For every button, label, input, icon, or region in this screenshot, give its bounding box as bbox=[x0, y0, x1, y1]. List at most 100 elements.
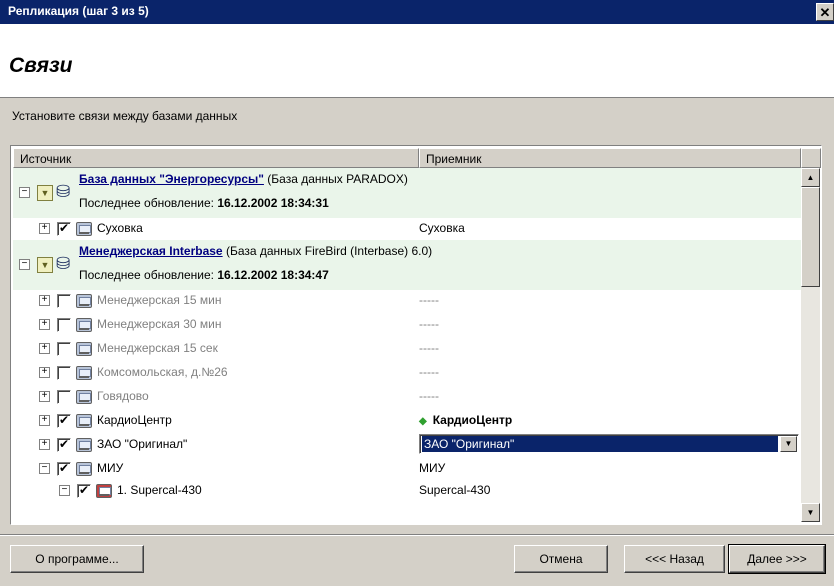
row-target: КардиоЦентр bbox=[432, 413, 513, 427]
row-label: Менеджерская 30 мин bbox=[97, 317, 222, 331]
collapse-icon[interactable]: − bbox=[19, 187, 30, 198]
status-dot-icon: ◆ bbox=[419, 416, 427, 427]
column-header-filler bbox=[801, 148, 821, 168]
scroll-down-icon[interactable]: ▼ bbox=[801, 503, 820, 522]
about-button[interactable]: О программе... bbox=[10, 545, 144, 573]
scroll-up-icon[interactable]: ▲ bbox=[801, 168, 820, 187]
row-target[interactable]: ----- bbox=[419, 365, 439, 379]
target-select-value: ЗАО "Оригинал" bbox=[422, 436, 778, 452]
row-target[interactable]: ----- bbox=[419, 341, 439, 355]
expand-icon[interactable]: + bbox=[39, 223, 50, 234]
next-button[interactable]: Далее >>> bbox=[728, 544, 826, 574]
back-button[interactable]: <<< Назад bbox=[624, 545, 725, 573]
database-icon: ⛁ bbox=[56, 254, 71, 273]
table-row[interactable]: + Суховка Суховка bbox=[13, 218, 801, 240]
db-name-link[interactable]: Менеджерская Interbase bbox=[79, 244, 223, 258]
db-type: (База данных PARADOX) bbox=[267, 172, 408, 186]
meter-icon bbox=[96, 484, 112, 498]
page-title: Связи bbox=[9, 54, 73, 77]
row-label: Суховка bbox=[97, 221, 143, 235]
title-bar: Репликация (шаг 3 из 5) ✕ bbox=[0, 0, 834, 24]
db-name-link[interactable]: База данных "Энергоресурсы" bbox=[79, 172, 264, 186]
expand-icon[interactable]: + bbox=[39, 319, 50, 330]
row-target[interactable]: МИУ bbox=[419, 461, 445, 475]
row-checkbox[interactable] bbox=[57, 390, 71, 404]
updated-label: Последнее обновление: bbox=[79, 196, 214, 210]
expand-icon[interactable]: + bbox=[39, 295, 50, 306]
row-target[interactable]: Суховка bbox=[419, 221, 465, 235]
expand-icon[interactable]: + bbox=[39, 415, 50, 426]
column-header-source[interactable]: Источник bbox=[13, 148, 419, 168]
scroll-thumb[interactable] bbox=[801, 187, 820, 287]
computer-icon bbox=[76, 342, 92, 356]
expand-icon[interactable]: + bbox=[39, 439, 50, 450]
table-row[interactable]: + Комсомольская, д.№26 ----- bbox=[13, 362, 801, 384]
row-target[interactable]: Supercal-430 bbox=[419, 483, 490, 497]
dropdown-icon[interactable]: ▼ bbox=[37, 185, 53, 201]
db-type: (База данных FireBird (Interbase) 6.0) bbox=[225, 244, 433, 258]
expand-icon[interactable]: + bbox=[39, 367, 50, 378]
database-icon: ⛁ bbox=[56, 182, 71, 201]
computer-icon bbox=[76, 414, 92, 428]
collapse-icon[interactable]: − bbox=[39, 463, 50, 474]
row-checkbox[interactable] bbox=[57, 366, 71, 380]
row-label: Менеджерская 15 сек bbox=[97, 341, 218, 355]
computer-icon bbox=[76, 438, 92, 452]
table-row[interactable]: + Менеджерская 15 мин ----- bbox=[13, 290, 801, 312]
row-checkbox[interactable] bbox=[57, 294, 71, 308]
row-target-cell[interactable]: ◆ КардиоЦентр bbox=[419, 413, 512, 427]
cancel-button[interactable]: Отмена bbox=[514, 545, 608, 573]
table-row[interactable]: + Говядово ----- bbox=[13, 386, 801, 408]
table-row[interactable]: + Менеджерская 30 мин ----- bbox=[13, 314, 801, 336]
instruction-text: Установите связи между базами данных bbox=[12, 109, 238, 123]
db-group-row[interactable]: − ▼ ⛁ База данных "Энергоресурсы" (База … bbox=[13, 168, 801, 218]
row-checkbox[interactable] bbox=[57, 437, 71, 452]
row-target[interactable]: ----- bbox=[419, 389, 439, 403]
row-checkbox[interactable] bbox=[57, 413, 71, 428]
computer-icon bbox=[76, 222, 92, 236]
window-title: Репликация (шаг 3 из 5) bbox=[8, 4, 149, 18]
divider bbox=[0, 534, 834, 536]
computer-icon bbox=[76, 390, 92, 404]
row-label: КардиоЦентр bbox=[97, 413, 172, 427]
updated-value: 16.12.2002 18:34:31 bbox=[217, 196, 329, 210]
table-row[interactable]: + КардиоЦентр ◆ КардиоЦентр bbox=[13, 410, 801, 432]
row-label: 1. Supercal-430 bbox=[117, 483, 202, 497]
dropdown-icon[interactable]: ▼ bbox=[37, 257, 53, 273]
chevron-down-icon[interactable]: ▼ bbox=[780, 436, 797, 452]
target-select[interactable]: ЗАО "Оригинал" ▼ bbox=[419, 434, 799, 454]
row-target[interactable]: ----- bbox=[419, 317, 439, 331]
row-label: Комсомольская, д.№26 bbox=[97, 365, 228, 379]
wizard-header: Связи bbox=[0, 24, 834, 98]
row-label: МИУ bbox=[97, 461, 124, 475]
computer-icon bbox=[76, 294, 92, 308]
updated-label: Последнее обновление: bbox=[79, 268, 214, 282]
table-row[interactable]: − 1. Supercal-430 Supercal-430 bbox=[13, 480, 801, 502]
row-label: Говядово bbox=[97, 389, 149, 403]
table-row[interactable]: − МИУ МИУ bbox=[13, 458, 801, 480]
expand-icon[interactable]: + bbox=[39, 343, 50, 354]
computer-icon bbox=[76, 318, 92, 332]
db-group-row[interactable]: − ▼ ⛁ Менеджерская Interbase (База данны… bbox=[13, 240, 801, 290]
tree-rows: − ▼ ⛁ База данных "Энергоресурсы" (База … bbox=[13, 168, 801, 522]
close-button[interactable]: ✕ bbox=[816, 3, 834, 21]
table-row[interactable]: + Менеджерская 15 сек ----- bbox=[13, 338, 801, 360]
row-target[interactable]: ----- bbox=[419, 293, 439, 307]
row-checkbox[interactable] bbox=[57, 318, 71, 332]
expand-icon[interactable]: + bbox=[39, 391, 50, 402]
links-tree[interactable]: Источник Приемник − ▼ ⛁ База данных "Эне… bbox=[10, 145, 822, 525]
updated-value: 16.12.2002 18:34:47 bbox=[217, 268, 329, 282]
vertical-scrollbar[interactable]: ▲ ▼ bbox=[801, 168, 820, 522]
row-checkbox[interactable] bbox=[57, 221, 71, 236]
column-header-target[interactable]: Приемник bbox=[419, 148, 801, 168]
row-checkbox[interactable] bbox=[77, 483, 91, 498]
row-checkbox[interactable] bbox=[57, 461, 71, 476]
collapse-icon[interactable]: − bbox=[19, 259, 30, 270]
computer-icon bbox=[76, 366, 92, 380]
table-row-selected[interactable]: + ЗАО "Оригинал" ЗАО "Оригинал" ▼ bbox=[13, 434, 801, 456]
row-label: ЗАО "Оригинал" bbox=[97, 437, 188, 451]
row-label: Менеджерская 15 мин bbox=[97, 293, 222, 307]
collapse-icon[interactable]: − bbox=[59, 485, 70, 496]
computer-icon bbox=[76, 462, 92, 476]
row-checkbox[interactable] bbox=[57, 342, 71, 356]
